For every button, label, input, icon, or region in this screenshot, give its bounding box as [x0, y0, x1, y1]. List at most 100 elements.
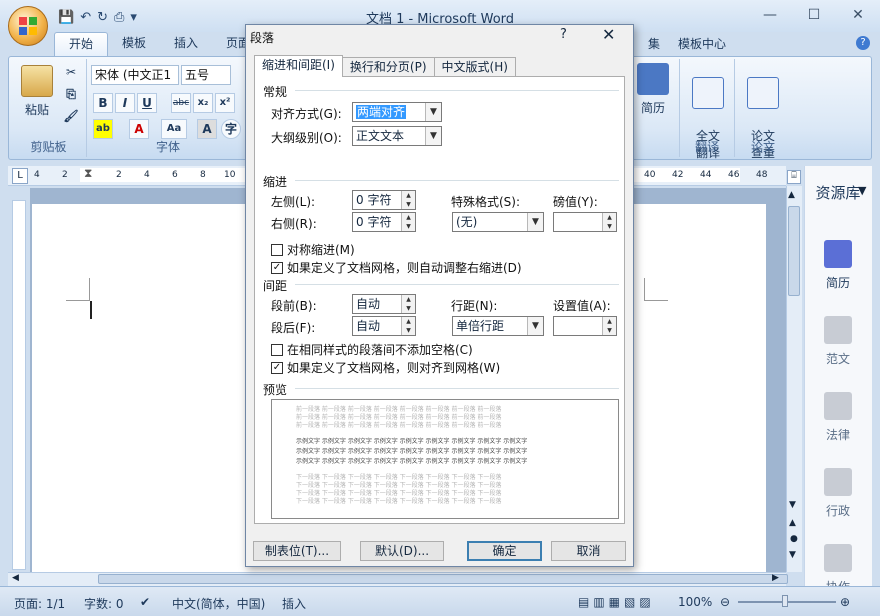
pane-item-admin[interactable]: 行政 — [804, 468, 872, 519]
tab-template-center[interactable]: 模板中心 — [664, 33, 740, 55]
underline-button[interactable]: U — [137, 93, 157, 113]
scroll-left-icon[interactable]: ◀ — [12, 573, 19, 583]
zoom-out-icon[interactable]: ⊖ — [720, 595, 730, 609]
spinner-arrows-icon[interactable]: ▲ ▼ — [401, 191, 415, 209]
line-spacing-select[interactable]: 单倍行距 ▼ — [452, 316, 544, 336]
spinner-arrows-icon[interactable]: ▲ ▼ — [602, 317, 616, 335]
highlight-icon[interactable]: ab — [93, 119, 113, 139]
cancel-button[interactable]: 取消 — [551, 541, 626, 561]
view-ruler-icon[interactable]: ⌸ — [787, 170, 801, 184]
italic-button[interactable]: I — [115, 93, 135, 113]
h-scroll-thumb[interactable] — [98, 574, 788, 584]
preview-sample-line: 示例文字 示例文字 示例文字 示例文字 示例文字 示例文字 示例文字 示例文字 … — [296, 438, 528, 445]
browse-object-icon[interactable]: ● — [790, 534, 798, 544]
copy-icon[interactable]: ⎘ — [61, 85, 81, 105]
maximize-button[interactable]: ☐ — [792, 0, 836, 30]
scroll-up-icon[interactable]: ▲ — [788, 190, 795, 200]
tab-home[interactable]: 开始 — [54, 32, 109, 56]
by-value-spinner[interactable]: ▲ ▼ — [553, 212, 617, 232]
bold-button[interactable]: B — [93, 93, 113, 113]
pane-dropdown-icon[interactable]: ▼ — [858, 184, 866, 197]
close-button[interactable]: ✕ — [836, 0, 880, 30]
auto-adjust-indent-checkbox[interactable]: ✓ 如果定义了文档网格，则自动调整右缩进(D) — [271, 259, 522, 276]
ruler-num: 42 — [672, 170, 684, 180]
line-spacing-value: 单倍行距 — [456, 319, 505, 333]
default-button[interactable]: 默认(D)... — [360, 541, 444, 561]
tab-line-page-breaks[interactable]: 换行和分页(P) — [341, 57, 435, 77]
no-space-same-style-checkbox[interactable]: 在相同样式的段落间不添加空格(C) — [271, 341, 473, 358]
font-color-icon[interactable]: A — [129, 119, 149, 139]
chevron-down-icon: ▼ — [425, 103, 441, 121]
mirror-indent-checkbox[interactable]: 对称缩进(M) — [271, 241, 355, 258]
checkbox-box-checked[interactable]: ✓ — [271, 361, 283, 374]
tab-insert[interactable]: 插入 — [160, 32, 212, 56]
indent-marker-icon[interactable]: ⧗ — [84, 166, 92, 181]
spinner-arrows-icon[interactable]: ▲ ▼ — [602, 213, 616, 231]
text-cursor — [90, 301, 92, 319]
superscript-button[interactable]: x² — [215, 93, 235, 113]
spinner-arrows-icon[interactable]: ▲ ▼ — [401, 317, 415, 335]
pane-item-sample[interactable]: 范文 — [804, 316, 872, 367]
space-after-value: 自动 — [356, 319, 381, 333]
alignment-select[interactable]: 两端对齐 ▼ — [352, 102, 442, 122]
horizontal-scrollbar[interactable]: ◀ ▶ — [8, 572, 788, 586]
checkbox-box[interactable] — [271, 343, 283, 356]
pane-item-resume[interactable]: 简历 — [804, 240, 872, 291]
help-icon[interactable]: ? — [856, 36, 870, 50]
dialog-help-button[interactable]: ? — [560, 27, 567, 42]
tabs-button[interactable]: 制表位(T)... — [253, 541, 341, 561]
checkbox-box[interactable] — [271, 243, 283, 256]
minimize-button[interactable]: — — [748, 0, 792, 30]
tab-selector[interactable]: L — [12, 168, 28, 184]
special-format-select[interactable]: (无) ▼ — [452, 212, 544, 232]
enclose-char-icon[interactable]: 字 — [221, 119, 241, 139]
char-shading-icon[interactable]: A — [197, 119, 217, 139]
left-indent-spinner[interactable]: 0 字符 ▲ ▼ — [352, 190, 416, 210]
space-after-spinner[interactable]: 自动 ▲ ▼ — [352, 316, 416, 336]
strikethrough-button[interactable]: abc — [171, 93, 191, 113]
at-value-spinner[interactable]: ▲ ▼ — [553, 316, 617, 336]
change-case-icon[interactable]: Aa — [161, 119, 187, 139]
ok-button[interactable]: 确定 — [467, 541, 542, 561]
alignment-value: 两端对齐 — [356, 105, 407, 119]
vertical-scrollbar[interactable]: ▲ ▼ ▲ ● ▼ — [786, 186, 802, 572]
scroll-down-icon[interactable]: ▼ — [789, 500, 796, 510]
format-painter-icon[interactable]: 🖌 — [61, 107, 81, 127]
tab-templates[interactable]: 模板 — [108, 32, 160, 56]
translate-group: 全文 翻译 翻译 — [679, 59, 735, 160]
pane-item-law[interactable]: 法律 — [804, 392, 872, 443]
zoom-slider-thumb[interactable] — [782, 595, 788, 607]
office-button[interactable] — [8, 6, 48, 46]
zoom-in-icon[interactable]: ⊕ — [840, 595, 850, 609]
page-count[interactable]: 页面: 1/1 — [14, 595, 65, 612]
paste-button[interactable]: 粘贴 — [17, 65, 57, 118]
tab-chinese-typography[interactable]: 中文版式(H) — [433, 57, 516, 77]
dialog-close-button[interactable]: ✕ — [602, 25, 615, 44]
spinner-arrows-icon[interactable]: ▲ ▼ — [401, 213, 415, 231]
cut-icon[interactable]: ✂ — [61, 63, 81, 83]
font-name-combo[interactable]: 宋体 (中文正1 — [91, 65, 179, 85]
scroll-thumb[interactable] — [788, 206, 800, 296]
outline-level-select[interactable]: 正文文本 ▼ — [352, 126, 442, 146]
margin-mark — [644, 300, 668, 301]
tab-indent-spacing[interactable]: 缩进和间距(I) — [254, 55, 343, 77]
resume-button[interactable]: 简历 — [635, 63, 671, 116]
language-status[interactable]: 中文(简体，中国) — [172, 595, 265, 612]
zoom-level[interactable]: 100% — [678, 595, 712, 609]
snap-to-grid-checkbox[interactable]: ✓ 如果定义了文档网格，则对齐到网格(W) — [271, 359, 500, 376]
checkbox-box-checked[interactable]: ✓ — [271, 261, 283, 274]
spinner-arrows-icon[interactable]: ▲ ▼ — [401, 295, 415, 313]
view-buttons-icon[interactable]: ▤▥▦▧▨ — [578, 595, 655, 609]
prev-page-icon[interactable]: ▲ — [789, 518, 796, 528]
pane-item-label: 范文 — [825, 352, 850, 366]
subscript-button[interactable]: x₂ — [193, 93, 213, 113]
right-indent-spinner[interactable]: 0 字符 ▲ ▼ — [352, 212, 416, 232]
spellcheck-icon[interactable]: ✔ — [140, 595, 150, 609]
word-count[interactable]: 字数: 0 — [84, 595, 124, 612]
right-indent-value: 0 字符 — [356, 215, 392, 229]
scroll-right-icon[interactable]: ▶ — [772, 573, 779, 583]
insert-mode[interactable]: 插入 — [282, 595, 306, 612]
font-size-combo[interactable]: 五号 — [181, 65, 231, 85]
space-before-spinner[interactable]: 自动 ▲ ▼ — [352, 294, 416, 314]
next-page-icon[interactable]: ▼ — [789, 550, 796, 560]
